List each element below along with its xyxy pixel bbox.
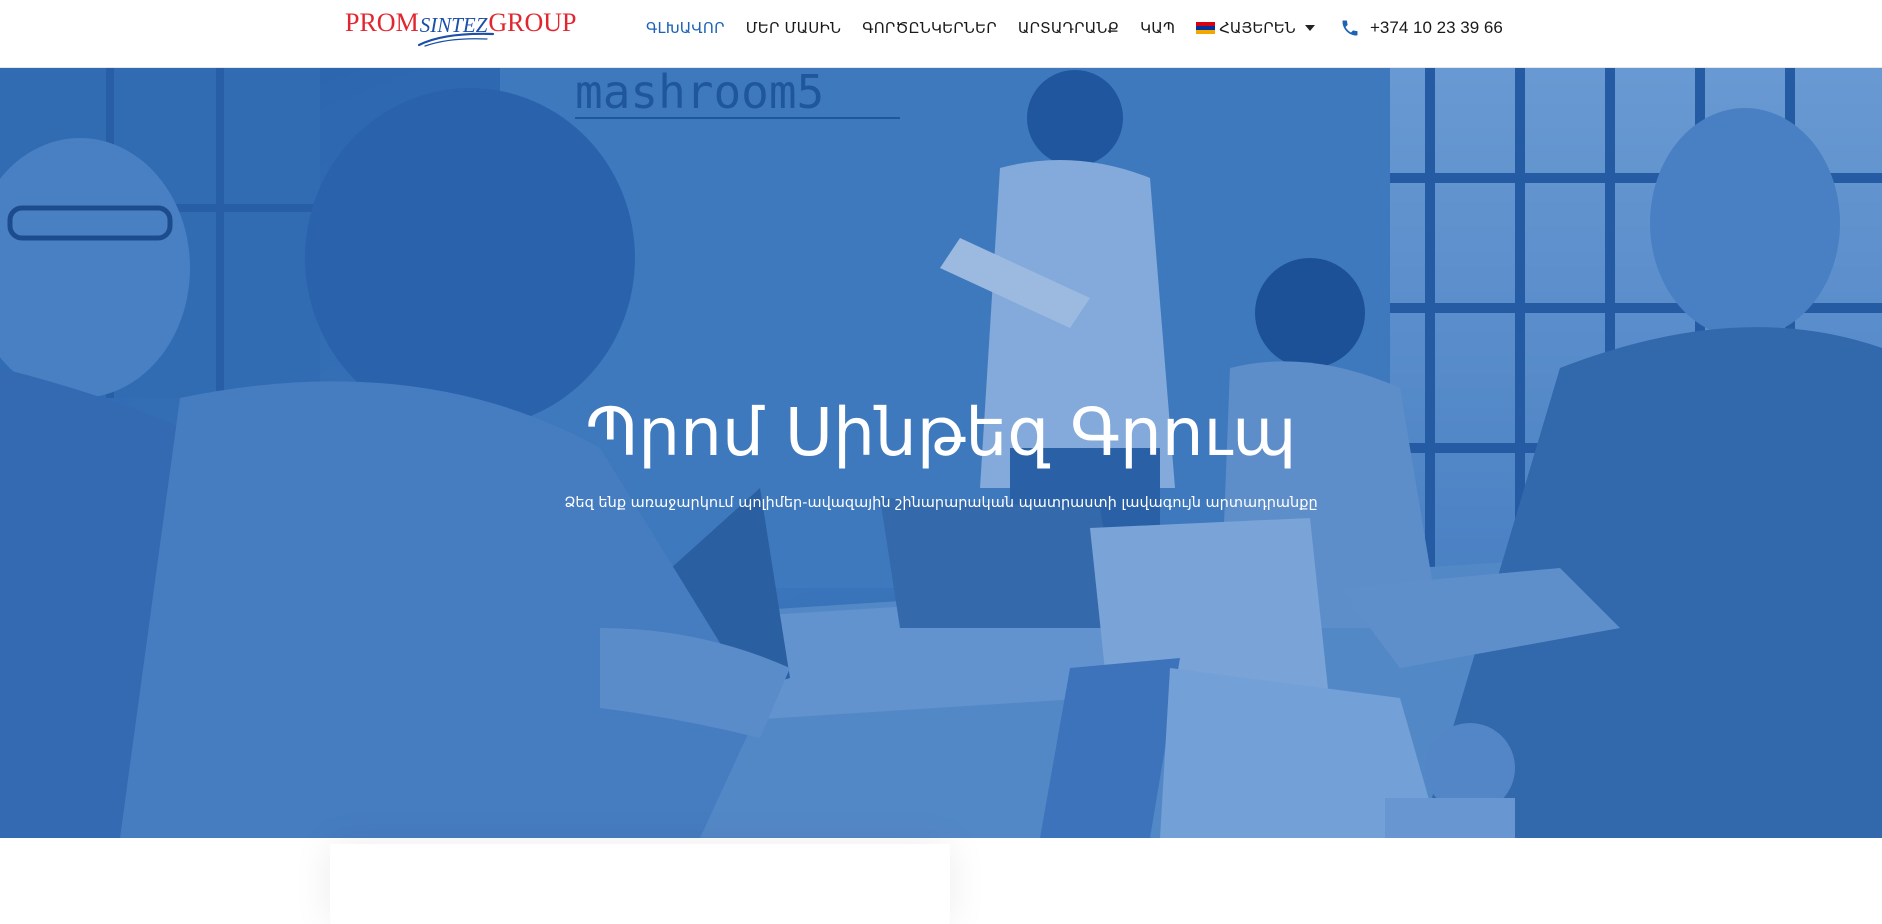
logo-swoosh-icon [417, 32, 494, 47]
nav-item-products[interactable]: ԱՐՏԱԴՐԱՆՔ [1018, 19, 1119, 37]
hero-section: mashroom5 Պրոմ Սինթեզ Գրուպ Ձեզ ենք առաջ… [0, 68, 1882, 838]
hero-title: Պրոմ Սինթեզ Գրուպ [585, 394, 1297, 471]
language-label: ՀԱՅԵՐԵՆ [1219, 19, 1296, 37]
language-selector[interactable]: ՀԱՅԵՐԵՆ [1196, 19, 1315, 37]
nav-item-partners[interactable]: ԳՈՐԾԸՆԿԵՐՆԵՐ [862, 19, 997, 37]
nav-item-contact[interactable]: ԿԱՊ [1140, 19, 1175, 37]
phone-contact[interactable]: +374 10 23 39 66 [1340, 16, 1503, 40]
armenian-flag-icon [1196, 21, 1216, 35]
nav-item-about[interactable]: ՄԵՐ ՄԱՍԻՆ [746, 19, 841, 37]
phone-icon [1342, 20, 1358, 36]
hero-subtitle: Ձեզ ենք առաջարկում պոլիմեր-ավազային շինա… [564, 495, 1318, 511]
nav-item-home[interactable]: ԳԼԽԱՎՈՐ [646, 19, 725, 37]
phone-number: +374 10 23 39 66 [1370, 18, 1503, 37]
logo-group-text: GROUP [488, 8, 577, 37]
logo-prom-text: PROM [345, 8, 419, 37]
main-nav: ԳԼԽԱՎՈՐ ՄԵՐ ՄԱՍԻՆ ԳՈՐԾԸՆԿԵՐՆԵՐ ԱՐՏԱԴՐԱՆՔ… [646, 16, 1315, 40]
content-card [330, 844, 950, 924]
chevron-down-icon [1304, 25, 1315, 31]
site-logo[interactable]: PROM SINTEZ GROUP [345, 8, 577, 48]
site-header: PROM SINTEZ GROUP ԳԼԽԱՎՈՐ ՄԵՐ ՄԱՍԻՆ ԳՈՐԾ… [0, 0, 1882, 68]
content-section [0, 838, 1882, 924]
logo-sintez-text: SINTEZ [417, 8, 494, 47]
